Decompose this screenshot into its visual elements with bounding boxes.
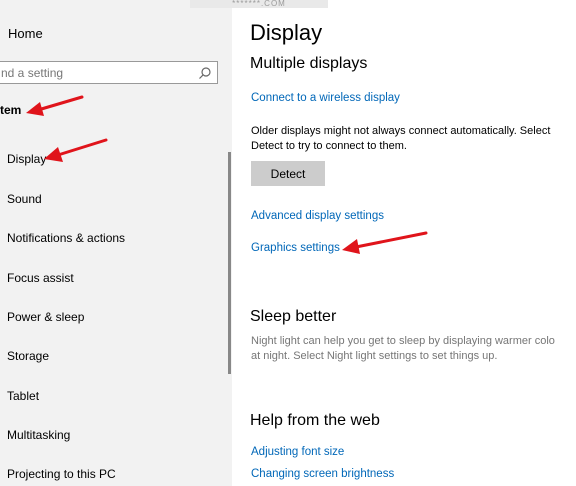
sidebar-item-multitasking[interactable]: Multitasking <box>7 428 70 442</box>
multiple-displays-heading: Multiple displays <box>250 55 368 72</box>
watermark: *******.COM <box>190 0 328 8</box>
detect-description-line1: Older displays might not always connect … <box>251 125 551 137</box>
page-title: Display <box>250 20 323 45</box>
annotation-arrow-system <box>26 95 84 116</box>
night-light-description-line1: Night light can help you get to sleep by… <box>251 335 555 347</box>
home-link[interactable]: Home <box>8 26 43 41</box>
sidebar-item-power-sleep[interactable]: Power & sleep <box>7 310 84 324</box>
sleep-better-heading: Sleep better <box>250 308 337 325</box>
detect-button[interactable]: Detect <box>251 161 325 186</box>
settings-sidebar: Home tem Display Sound Notifications & a… <box>0 0 232 486</box>
search-icon[interactable] <box>198 66 212 80</box>
night-light-description-line2: at night. Select Night light settings to… <box>251 350 498 362</box>
advanced-display-settings-link[interactable]: Advanced display settings <box>251 210 384 222</box>
sidebar-item-sound[interactable]: Sound <box>7 192 42 206</box>
detect-description-line2: Detect to try to connect to them. <box>251 140 407 152</box>
sidebar-item-storage[interactable]: Storage <box>7 349 49 363</box>
help-from-web-heading: Help from the web <box>250 412 380 429</box>
sidebar-item-tablet[interactable]: Tablet <box>7 389 39 403</box>
system-section-title: tem <box>0 103 22 117</box>
annotation-arrow-display <box>44 138 108 162</box>
sidebar-scrollbar[interactable] <box>228 152 231 374</box>
connect-wireless-display-link[interactable]: Connect to a wireless display <box>251 92 400 104</box>
search-box[interactable] <box>0 61 218 84</box>
sidebar-item-notifications[interactable]: Notifications & actions <box>7 231 125 245</box>
help-link-font-size[interactable]: Adjusting font size <box>251 446 344 458</box>
sidebar-item-projecting[interactable]: Projecting to this PC <box>7 467 116 481</box>
graphics-settings-link[interactable]: Graphics settings <box>251 242 340 254</box>
help-link-screen-brightness[interactable]: Changing screen brightness <box>251 468 394 480</box>
search-input[interactable] <box>0 62 191 83</box>
annotation-arrow-graphics <box>342 231 428 254</box>
sidebar-item-focus-assist[interactable]: Focus assist <box>7 271 74 285</box>
